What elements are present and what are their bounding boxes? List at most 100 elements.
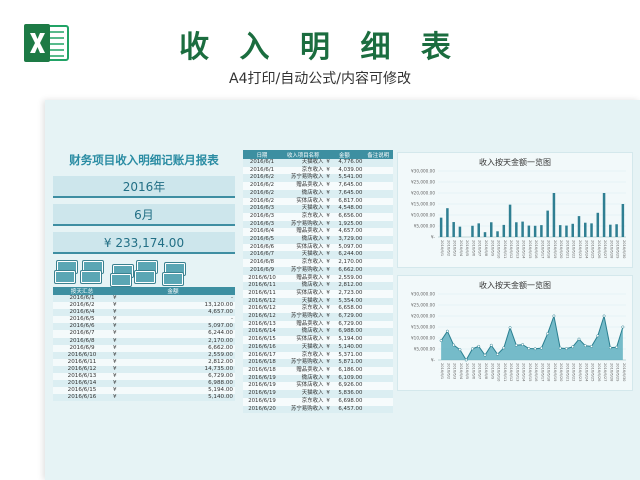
table-row: 2016/6/2 苏宁易购收入 ¥5,541.00 (243, 174, 393, 183)
date-cell: 2016/6/11 (53, 358, 111, 366)
amount-cell: 2,559.00 (121, 351, 235, 359)
note-cell (363, 336, 393, 344)
table-row: 2016/6/19 实体店收入 ¥6,926.00 (243, 382, 393, 391)
amount-cell: 6,729.00 (121, 373, 235, 381)
data-point (521, 343, 525, 347)
amount-cell: 6,988.00 (121, 380, 235, 388)
data-point (452, 343, 456, 347)
currency-cell: ¥ (111, 387, 121, 395)
y-tick-label: ¥- (431, 358, 436, 363)
amount-cell: 6,662.00 (331, 266, 364, 275)
data-point (483, 353, 487, 357)
currency-cell: ¥ (111, 358, 121, 366)
bar (508, 204, 512, 237)
currency-cell: ¥ (111, 344, 121, 352)
x-tick-label: 2016/6/12 (509, 363, 513, 381)
x-tick-label: 2016/6/5 (465, 363, 469, 379)
amount-cell: 1,925.00 (331, 220, 364, 229)
date-cell: 2016/6/19 (243, 382, 282, 391)
amount-cell: 14,735.00 (121, 365, 235, 374)
year-box: 2016年 (53, 176, 235, 198)
currency-cell: ¥ (111, 380, 121, 388)
date-cell: 2016/6/6 (243, 243, 282, 252)
amount-cell: 6,698.00 (331, 397, 364, 406)
item-cell: 天猫收入 (281, 390, 326, 398)
amount-cell: 6,109.00 (331, 374, 364, 383)
data-point (439, 339, 443, 343)
page-title: 收 入 明 细 表 (179, 30, 461, 65)
item-cell: 京东收入 (281, 259, 326, 267)
note-cell (363, 382, 393, 391)
money-stack-icon (81, 271, 101, 283)
y-tick-label: ¥10,000.00 (411, 213, 435, 218)
x-tick-label: 2016/6/24 (584, 363, 588, 382)
note-cell (363, 243, 393, 252)
table-row: 2016/6/1 天猫收入 ¥4,776.00 (243, 159, 393, 167)
date-cell: 2016/6/13 (243, 320, 282, 329)
item-cell: 微店收入 (281, 236, 326, 244)
x-tick-label: 2016/6/19 (553, 363, 557, 382)
table-row: 2016/6/2 赠品卖收入 ¥7,645.00 (243, 182, 393, 190)
summary-panel: 财务项目收入明细记账月报表 2016年 6月 ¥ 233,174.00 按天汇总… (53, 150, 235, 402)
bar (446, 208, 449, 237)
bar (515, 222, 518, 237)
amount-cell: 5,836.00 (331, 390, 364, 398)
bar (452, 222, 455, 237)
bar (584, 222, 587, 237)
note-cell (363, 266, 393, 275)
amount-cell: 6,186.00 (331, 366, 364, 375)
x-tick-label: 2016/6/25 (591, 240, 595, 258)
item-cell: 实体店收入 (281, 382, 326, 391)
currency-cell: ¥ (111, 337, 121, 345)
bar (546, 210, 549, 237)
x-tick-label: 2016/6/10 (497, 240, 501, 259)
amount-cell: 6,988.00 (331, 328, 364, 337)
bar (609, 224, 612, 237)
currency-cell: ¥ (111, 394, 121, 402)
date-cell: 2016/6/2 (243, 189, 282, 198)
note-cell (363, 197, 393, 206)
amount-cell: 6,656.00 (331, 212, 364, 221)
total-box: ¥ 233,174.00 (53, 232, 235, 254)
x-tick-label: 2016/6/22 (572, 363, 576, 381)
bar (533, 225, 537, 237)
table-row: 2016/6/8 ¥2,170.00 (53, 337, 235, 345)
amount-cell: 4,776.00 (331, 159, 364, 167)
x-tick-label: 2016/6/6 (471, 240, 475, 257)
date-cell: 2016/6/6 (53, 323, 111, 331)
table-row: 2016/6/1 ¥ - (53, 295, 235, 303)
table-row: 2016/6/12 ¥14,735.00 (53, 365, 235, 374)
x-tick-label: 2016/6/8 (484, 363, 488, 380)
item-cell: 天猫收入 (281, 159, 326, 167)
y-tick-label: ¥25,000.00 (411, 180, 435, 185)
item-cell: 微店收入 (281, 189, 326, 198)
currency-cell: ¥ (111, 295, 121, 303)
col-header-date: 按天汇总 (53, 287, 111, 295)
x-tick-label: 2016/6/30 (622, 363, 626, 382)
amount-cell: 5,097.00 (121, 323, 235, 331)
table-row: 2016/6/4 ¥4,657.00 (53, 309, 235, 317)
note-cell (363, 359, 393, 367)
data-point (445, 329, 449, 333)
table-row: 2016/6/14 ¥6,988.00 (53, 380, 235, 388)
note-cell (363, 251, 393, 260)
date-cell: 2016/6/15 (53, 387, 111, 395)
date-cell: 2016/6/16 (53, 394, 111, 402)
data-point (602, 314, 606, 318)
x-tick-label: 2016/6/2 (446, 363, 450, 379)
amount-cell: - (121, 295, 235, 303)
note-cell (363, 328, 393, 337)
amount-cell: 6,729.00 (331, 320, 364, 329)
date-cell: 2016/6/2 (243, 174, 282, 183)
bar (571, 223, 574, 237)
date-cell: 2016/6/2 (243, 182, 282, 190)
y-tick-label: ¥20,000.00 (411, 191, 435, 196)
date-cell: 2016/6/16 (243, 343, 282, 352)
table-row: 2016/6/9 ¥6,662.00 (53, 344, 235, 352)
x-tick-label: 2016/6/21 (565, 240, 569, 258)
date-cell: 2016/6/5 (243, 236, 282, 244)
date-cell: 2016/6/12 (53, 365, 111, 374)
date-cell: 2016/6/2 (53, 302, 111, 310)
x-tick-label: 2016/6/9 (490, 240, 494, 257)
x-tick-label: 2016/6/21 (565, 363, 569, 381)
